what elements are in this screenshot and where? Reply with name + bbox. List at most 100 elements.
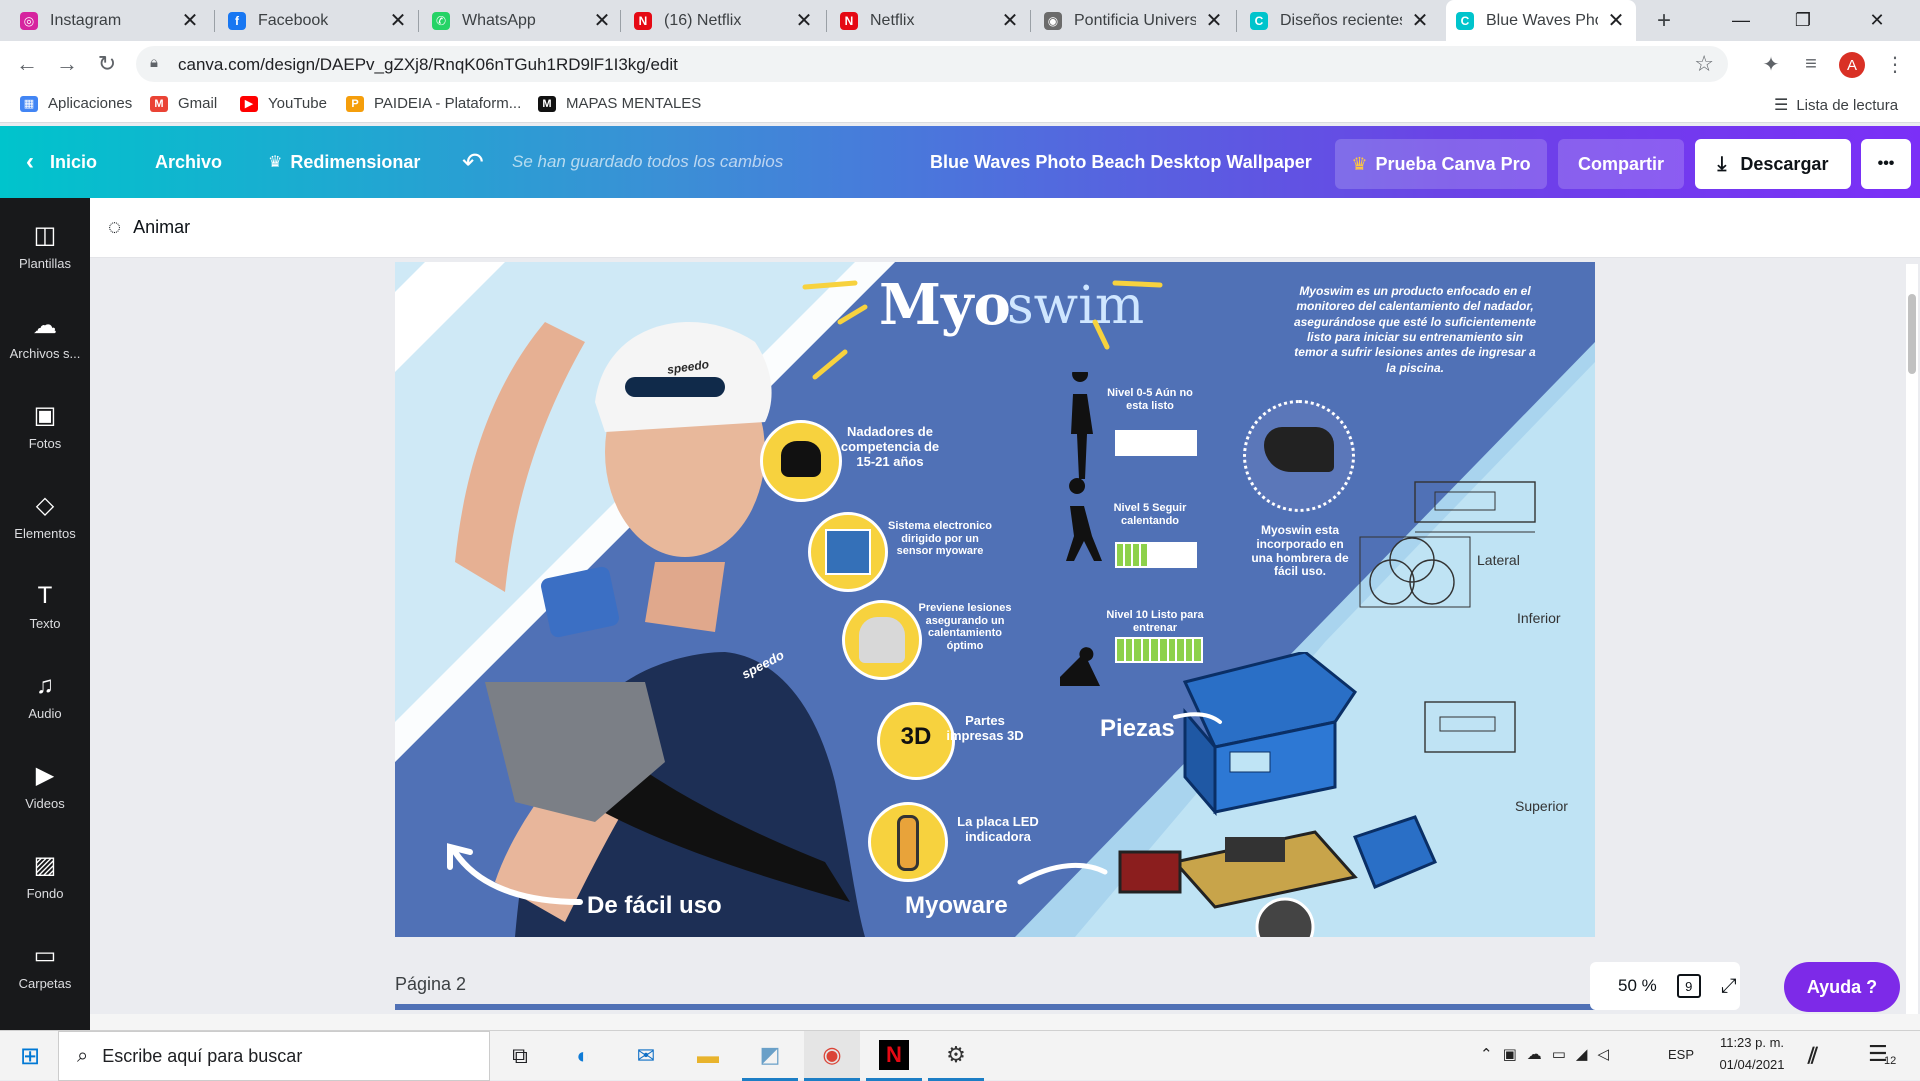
browser-tab[interactable]: C Diseños recientes ✕ [1240,0,1440,41]
new-tab-button[interactable]: + [1640,0,1688,41]
tab-close-icon[interactable]: ✕ [592,8,612,33]
start-button[interactable]: ⊞ [2,1031,58,1081]
sidebar-item[interactable]: T Texto [0,562,90,650]
bookmark-star-icon[interactable]: ☆ [1694,51,1714,77]
next-page-preview-edge [395,1004,1595,1010]
home-button[interactable]: ‹ Inicio [26,126,97,198]
task-view-button[interactable]: ⧉ [492,1031,548,1081]
back-button[interactable]: ← [12,49,42,79]
restore-window-button[interactable]: ❐ [1772,0,1834,41]
chrome-menu-button[interactable]: ⋮ [1880,49,1910,79]
tab-close-icon[interactable]: ✕ [388,8,408,33]
reading-list-icon: ☰ [1774,97,1789,114]
bookmark-item[interactable]: ▦ Aplicaciones [20,95,132,112]
browser-tab[interactable]: ◉ Pontificia Universid ✕ [1034,0,1234,41]
horizontal-scrollbar[interactable] [90,1014,1920,1030]
profile-avatar[interactable]: A [1839,52,1865,78]
browser-tab[interactable]: f Facebook ✕ [218,0,418,41]
tab-close-icon[interactable]: ✕ [1204,8,1224,33]
fullscreen-icon[interactable]: ⤢ [1721,975,1737,998]
mail-taskbar-button[interactable]: ✉ [618,1031,674,1081]
help-button[interactable]: Ayuda ? [1784,962,1900,1012]
sidebar-item[interactable]: ▨ Fondo [0,832,90,920]
share-button[interactable]: Compartir [1558,139,1684,189]
reading-list-label: Lista de lectura [1796,96,1899,114]
tab-close-icon[interactable]: ✕ [794,8,814,33]
sidebar-item[interactable]: ◇ Elementos [0,472,90,560]
sidebar-item[interactable]: ▭ Carpetas [0,922,90,1010]
sidebar-item[interactable]: ▣ Fotos [0,382,90,470]
bookmark-item[interactable]: P PAIDEIA - Plataform... [346,95,521,112]
crown-icon: ♛ [1351,153,1368,174]
reload-button[interactable]: ↻ [92,49,122,79]
omnibox[interactable]: 🔒︎ canva.com/design/DAEPv_gZXj8/RnqK06nT… [136,46,1728,82]
scrollbar-thumb[interactable] [1908,294,1916,374]
tab-close-icon[interactable]: ✕ [1410,8,1430,33]
browser-tab[interactable]: ✆ WhatsApp ✕ [422,0,622,41]
clock-date[interactable]: 01/04/2021 [1712,1057,1792,1072]
sidebar-icon: ▭ [33,942,57,969]
design-title[interactable]: Blue Waves Photo Beach Desktop Wallpaper [930,126,1312,198]
browser-tab[interactable]: ◎ Instagram ✕ [10,0,210,41]
settings-taskbar-button[interactable]: ⚙ [928,1031,984,1081]
tab-separator [620,10,621,32]
more-options-button[interactable]: ••• [1861,139,1911,189]
tab-close-icon[interactable]: ✕ [1606,8,1626,33]
bookmark-item[interactable]: M MAPAS MENTALES [538,95,701,112]
explorer-taskbar-button[interactable]: ▬ [680,1031,736,1081]
widget-icon[interactable]: ⫽ [1808,1043,1818,1069]
forward-button[interactable]: → [52,49,82,79]
zoom-level[interactable]: 50 % [1618,976,1657,996]
bookmark-icon: ▶ [240,95,258,112]
page-grid-button[interactable]: 9 [1676,974,1701,998]
bookmark-icon: P [346,95,364,112]
media-control-button[interactable]: ≡ [1796,49,1826,79]
chrome-taskbar-button[interactable]: ◉ [804,1031,860,1081]
sidebar-item[interactable]: ☁ Archivos s... [0,292,90,380]
clock-time[interactable]: 11:23 p. m. [1712,1035,1792,1050]
vertical-scrollbar[interactable] [1906,264,1918,1024]
undo-button[interactable]: ↶ [462,126,484,198]
browser-tab[interactable]: C Blue Waves Photo ✕ [1446,0,1636,41]
tab-title: Diseños recientes [1280,11,1402,29]
tab-title: Facebook [258,11,329,29]
tab-close-icon[interactable]: ✕ [180,8,200,33]
try-pro-button[interactable]: ♛ Prueba Canva Pro [1335,139,1547,189]
notification-center-button[interactable]: ☰ 12 [1868,1041,1896,1067]
minimize-window-button[interactable]: — [1710,0,1772,41]
extensions-button[interactable]: ✦ [1756,49,1786,79]
animate-button[interactable]: ◌ Animar [108,214,190,240]
animate-icon: ◌ [108,214,122,239]
tab-title: (16) Netflix [664,11,742,29]
close-window-button[interactable]: ✕ [1834,0,1920,41]
edge-taskbar-button[interactable]: ◐ [555,1031,611,1081]
sidebar-item[interactable]: ◫ Plantillas [0,202,90,290]
input-language[interactable]: ESP [1668,1047,1694,1062]
tab-separator [1236,10,1237,32]
file-menu-button[interactable]: Archivo [155,126,222,198]
app-taskbar-button[interactable]: ◩ [742,1031,798,1081]
address-toolbar: ← → ↻ 🔒︎ canva.com/design/DAEPv_gZXj8/Rn… [0,41,1920,87]
bookmark-item[interactable]: ▶ YouTube [240,95,327,112]
plus-icon: + [1656,6,1671,34]
resize-button[interactable]: ♛ Redimensionar [268,126,420,198]
system-tray-icons[interactable]: ⌃▣☁▭◢◁ [1480,1045,1619,1063]
zoom-controls: 50 % 9 ⤢ [1590,962,1740,1010]
tab-close-icon[interactable]: ✕ [1000,8,1020,33]
design-page[interactable]: speedo speedo Myo swim Myoswim es un pro… [395,262,1595,937]
browser-tab[interactable]: N Netflix ✕ [830,0,1030,41]
netflix-taskbar-button[interactable]: N [866,1031,922,1081]
taskbar-search[interactable]: ⌕ Escribe aquí para buscar [58,1031,490,1081]
browser-tab[interactable]: N (16) Netflix ✕ [624,0,824,41]
bookmark-item[interactable]: M Gmail [150,95,217,112]
download-button[interactable]: ⤓ Descargar [1695,139,1851,189]
sidebar-label: Fotos [28,435,62,451]
tab-favicon-icon: N [840,11,858,30]
tab-title: Instagram [50,11,122,29]
arrow-left-icon: ← [16,51,38,76]
sidebar-item[interactable]: ▶ Videos [0,742,90,830]
tab-favicon-icon: C [1456,11,1474,30]
mail-icon: ✉ [636,1043,656,1068]
reading-list-button[interactable]: ☰ Lista de lectura [1774,95,1898,115]
sidebar-item[interactable]: ♫ Audio [0,652,90,740]
